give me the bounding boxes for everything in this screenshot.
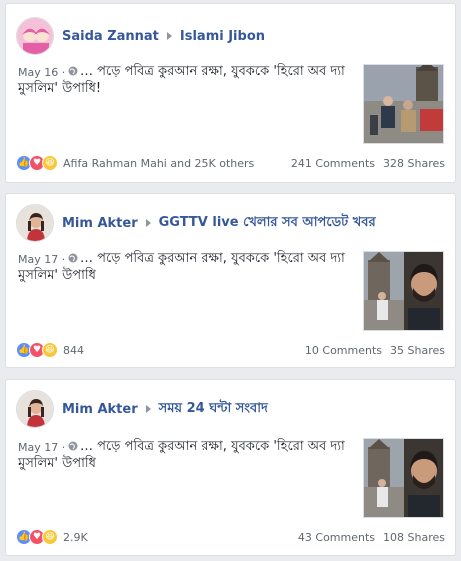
avatar[interactable] (16, 390, 54, 428)
reaction-summary[interactable]: 844 (63, 344, 84, 357)
post-thumbnail[interactable] (363, 251, 444, 331)
arrow-icon (145, 405, 151, 413)
haha-icon: 😆 (42, 529, 58, 545)
author-name-link[interactable]: Mim Akter (62, 216, 138, 231)
shares-count[interactable]: 328 Shares (383, 157, 445, 170)
post-footer: 👍 ♥ 😆 844 10 Comments 35 Shares (16, 340, 445, 360)
post-header: Mim Akter GGTTV live খেলার সব আপডেট খবর (16, 203, 376, 243)
post-text: … পড়ে পবিত্র কুরআন রক্ষা, যুবককে 'হিরো … (18, 251, 345, 283)
post-footer: 👍 ♥ 😆 Afifa Rahman Mahi and 25K others 2… (16, 153, 445, 173)
post-text: … পড়ে পবিত্র কুরআন রক্ষা, যুবককে 'হিরো … (18, 439, 345, 471)
arrow-icon (166, 32, 172, 40)
author-name-link[interactable]: Saida Zannat (62, 29, 159, 44)
post-card: Saida Zannat Islami Jibon May 16 · … পড়… (5, 3, 456, 183)
arrow-icon (145, 219, 151, 227)
reaction-summary[interactable]: Afifa Rahman Mahi and 25K others (63, 157, 254, 170)
reaction-summary[interactable]: 2.9K (63, 531, 88, 544)
reactions[interactable]: 👍 ♥ 😆 2.9K (16, 529, 88, 545)
post-footer: 👍 ♥ 😆 2.9K 43 Comments 108 Shares (16, 527, 445, 547)
post-thumbnail[interactable] (363, 64, 444, 144)
group-name-link[interactable]: Islami Jibon (180, 29, 265, 44)
avatar[interactable] (16, 17, 54, 55)
post-thumbnail[interactable] (363, 438, 444, 518)
post-text: … পড়ে পবিত্র কুরআন রক্ষা, যুবককে 'হিরো … (18, 64, 345, 96)
avatar[interactable] (16, 204, 54, 242)
shares-count[interactable]: 108 Shares (383, 531, 445, 544)
shares-count[interactable]: 35 Shares (390, 344, 445, 357)
post-card: Mim Akter সময় 24 ঘন্টা সংবাদ May 17 · …… (5, 379, 456, 556)
post-card: Mim Akter GGTTV live খেলার সব আপডেট খবর … (5, 193, 456, 368)
comments-count[interactable]: 241 Comments (291, 157, 375, 170)
haha-icon: 😆 (42, 342, 58, 358)
group-name-link[interactable]: GGTTV live খেলার সব আপডেট খবর (159, 213, 376, 234)
post-header: Saida Zannat Islami Jibon (16, 16, 265, 56)
haha-icon: 😆 (42, 155, 58, 171)
author-name-link[interactable]: Mim Akter (62, 402, 138, 417)
reactions[interactable]: 👍 ♥ 😆 844 (16, 342, 84, 358)
post-header: Mim Akter সময় 24 ঘন্টা সংবাদ (16, 389, 268, 429)
comments-count[interactable]: 10 Comments (305, 344, 382, 357)
comments-count[interactable]: 43 Comments (298, 531, 375, 544)
news-feed: Saida Zannat Islami Jibon May 16 · … পড়… (0, 0, 461, 561)
group-name-link[interactable]: সময় 24 ঘন্টা সংবাদ (159, 399, 268, 420)
reactions[interactable]: 👍 ♥ 😆 Afifa Rahman Mahi and 25K others (16, 155, 254, 171)
